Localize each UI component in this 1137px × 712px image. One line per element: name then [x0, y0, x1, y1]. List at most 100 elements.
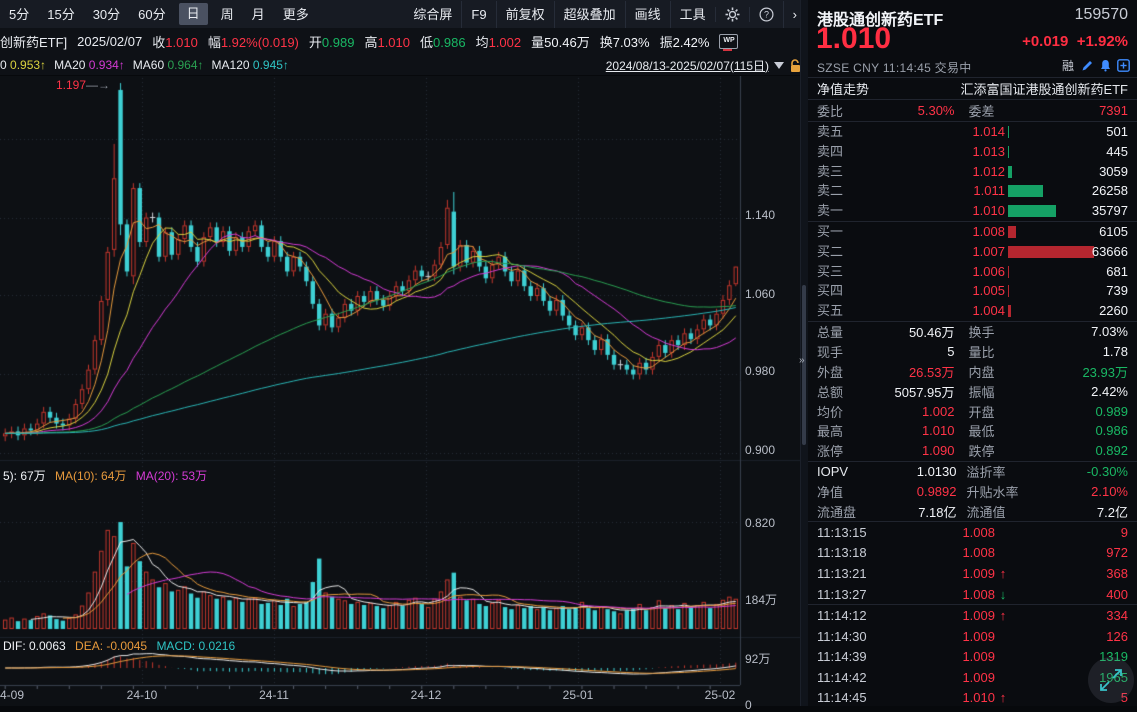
tab-30min[interactable]: 30分	[84, 1, 129, 28]
kline-canvas[interactable]	[0, 76, 800, 706]
stats-row: 最高1.010最低0.986	[808, 421, 1137, 441]
quote-info-bar: 创新药ETF] 2025/02/07 收1.010 幅1.92%(0.019) …	[0, 28, 806, 55]
exchange-status: SZSE CNY 11:14:45 交易中	[817, 59, 972, 76]
add-icon[interactable]	[1117, 59, 1130, 72]
date-range-selector[interactable]: 2024/08/13-2025/02/07(115日)	[606, 57, 769, 74]
tick-row: 11:13:151.0089	[808, 522, 1137, 543]
iopv-row: IOPV1.0130溢折率-0.30%	[808, 462, 1137, 482]
tab-60min[interactable]: 60分	[129, 1, 174, 28]
tools-button[interactable]: 工具	[670, 1, 715, 28]
stats-row: 均价1.002开盘0.989	[808, 401, 1137, 421]
stats-row: 现手5量比1.78	[808, 342, 1137, 362]
y-axis-label: 0.900	[745, 443, 775, 457]
tab-15min[interactable]: 15分	[38, 1, 83, 28]
stats-block: 总量50.46万换手7.03% 现手5量比1.78 外盘26.53万内盘23.9…	[808, 322, 1137, 462]
volume-axis-label: 184万	[745, 591, 777, 608]
top-toolbar: 5分 15分 30分 60分 日 周 月 更多 综合屏 F9 前复权 超级叠加 …	[0, 0, 806, 29]
y-axis-label: 0.820	[745, 516, 775, 530]
tick-row: 11:13:271.008↓400	[808, 584, 1137, 606]
x-axis-label: 24-12	[404, 688, 448, 702]
bid-row: 买三1.006681	[808, 262, 1137, 282]
help-button[interactable]: ?	[749, 7, 783, 22]
peak-price-annotation: 1.197—→	[56, 78, 110, 92]
field-low: 低0.986	[420, 32, 466, 51]
stock-code: 159570	[1075, 6, 1128, 24]
expand-button[interactable]	[1088, 657, 1134, 703]
field-volume: 量50.46万	[531, 32, 590, 51]
svg-text:?: ?	[764, 9, 769, 19]
settings-button[interactable]	[715, 7, 749, 22]
tick-row: 11:14:121.009↑334	[808, 605, 1137, 626]
tab-monthly[interactable]: 月	[243, 1, 274, 28]
tab-5min[interactable]: 5分	[0, 1, 38, 28]
kline-chart-area[interactable]: 1.197—→ 1.140 1.060 0.980 0.900 0.820 18…	[0, 76, 800, 706]
ask-row: 卖一1.01035797	[808, 201, 1137, 221]
bid-row: 买二1.00763666	[808, 242, 1137, 262]
volume-ma-legend: 5): 67万 MA(10): 64万 MA(20): 53万	[3, 467, 213, 484]
nav-row[interactable]: 净值走势 汇添富国证港股通创新药ETF	[808, 78, 1137, 100]
edit-icon[interactable]	[1081, 59, 1094, 72]
stats-row: 涨停1.090跌停0.892	[808, 441, 1137, 461]
symbol-label: 创新药ETF]	[0, 32, 67, 51]
ma-legend-bar: 0 0.953↑ MA20 0.934↑ MA60 0.964↑ MA120 0…	[0, 55, 806, 75]
bid-row: 买四1.005739	[808, 281, 1137, 301]
ma20-legend: MA20 0.934↑	[54, 58, 125, 72]
margin-badge: 融	[1062, 57, 1074, 74]
bid-row: 买五1.0042260	[808, 301, 1137, 321]
field-close: 收1.010	[152, 32, 198, 51]
bid-levels: 买一1.0086105 买二1.00763666 买三1.006681 买四1.…	[808, 222, 1137, 322]
ma60-legend: MA60 0.964↑	[133, 58, 204, 72]
tick-row: 11:14:391.0091319	[808, 647, 1137, 668]
x-axis-label: 4-09	[0, 688, 34, 702]
ask-row: 卖四1.013445	[808, 142, 1137, 162]
forward-adjust-button[interactable]: 前复权	[496, 1, 554, 28]
tab-weekly[interactable]: 周	[212, 1, 243, 28]
tick-row: 11:14:301.009126	[808, 626, 1137, 647]
volume-axis-label: 92万	[745, 650, 770, 667]
gear-icon	[725, 7, 740, 22]
field-amplitude: 振2.42%	[660, 32, 710, 51]
f9-button[interactable]: F9	[461, 1, 495, 28]
x-axis-label: 25-01	[556, 688, 600, 702]
commission-ratio-row: 委比5.30% 委差7391	[808, 100, 1137, 122]
help-icon: ?	[759, 7, 774, 22]
y-axis-label: 0.980	[745, 364, 775, 378]
composite-screen-button[interactable]: 综合屏	[404, 1, 461, 28]
y-axis-label: 1.060	[745, 287, 775, 301]
collapse-panel-icon[interactable]: »	[799, 355, 805, 366]
iopv-row: 净值0.9892升贴水率2.10%	[808, 481, 1137, 501]
super-overlay-button[interactable]: 超级叠加	[554, 1, 625, 28]
bid-row: 买一1.0086105	[808, 222, 1137, 242]
chevron-down-icon[interactable]	[774, 62, 784, 69]
x-axis-label: 24-11	[252, 688, 296, 702]
quote-panel: 港股通创新药ETF 159570 1.010 +0.019 +1.92% SZS…	[808, 0, 1137, 706]
field-high: 高1.010	[364, 32, 410, 51]
field-avg: 均1.002	[476, 32, 522, 51]
ask-row: 卖三1.0123059	[808, 162, 1137, 182]
tick-row: 11:14:451.010↑5	[808, 688, 1137, 709]
volume-axis-label: 0	[745, 698, 752, 712]
price-change: +0.019 +1.92%	[1022, 33, 1128, 50]
draw-line-button[interactable]: 画线	[625, 1, 670, 28]
iopv-block: IOPV1.0130溢折率-0.30% 净值0.9892升贴水率2.10% 流通…	[808, 462, 1137, 522]
field-open: 开0.989	[309, 32, 355, 51]
tab-daily[interactable]: 日	[179, 3, 208, 25]
field-turnover: 换7.03%	[600, 32, 650, 51]
ask-levels: 卖五1.014501 卖四1.013445 卖三1.0123059 卖二1.01…	[808, 122, 1137, 222]
quote-date: 2025/02/07	[77, 34, 142, 49]
last-price: 1.010	[816, 22, 891, 56]
stats-row: 外盘26.53万内盘23.93万	[808, 362, 1137, 382]
y-axis-label: 1.140	[745, 208, 775, 222]
wp-badge-icon[interactable]: WP	[719, 34, 738, 49]
alert-bell-icon[interactable]	[1099, 59, 1112, 72]
x-axis-label: 25-02	[698, 688, 742, 702]
iopv-row: 流通盘7.18亿流通值7.2亿	[808, 501, 1137, 521]
expand-arrows-icon	[1098, 667, 1124, 693]
ma120-legend: MA120 0.945↑	[212, 58, 289, 72]
tab-more[interactable]: 更多	[274, 1, 318, 28]
field-amplitude-chg: 幅1.92%(0.019)	[208, 32, 299, 51]
x-axis-label: 24-10	[120, 688, 164, 702]
tick-row: 11:13:181.008972	[808, 543, 1137, 564]
ask-row: 卖二1.01126258	[808, 181, 1137, 201]
ask-row: 卖五1.014501	[808, 122, 1137, 142]
